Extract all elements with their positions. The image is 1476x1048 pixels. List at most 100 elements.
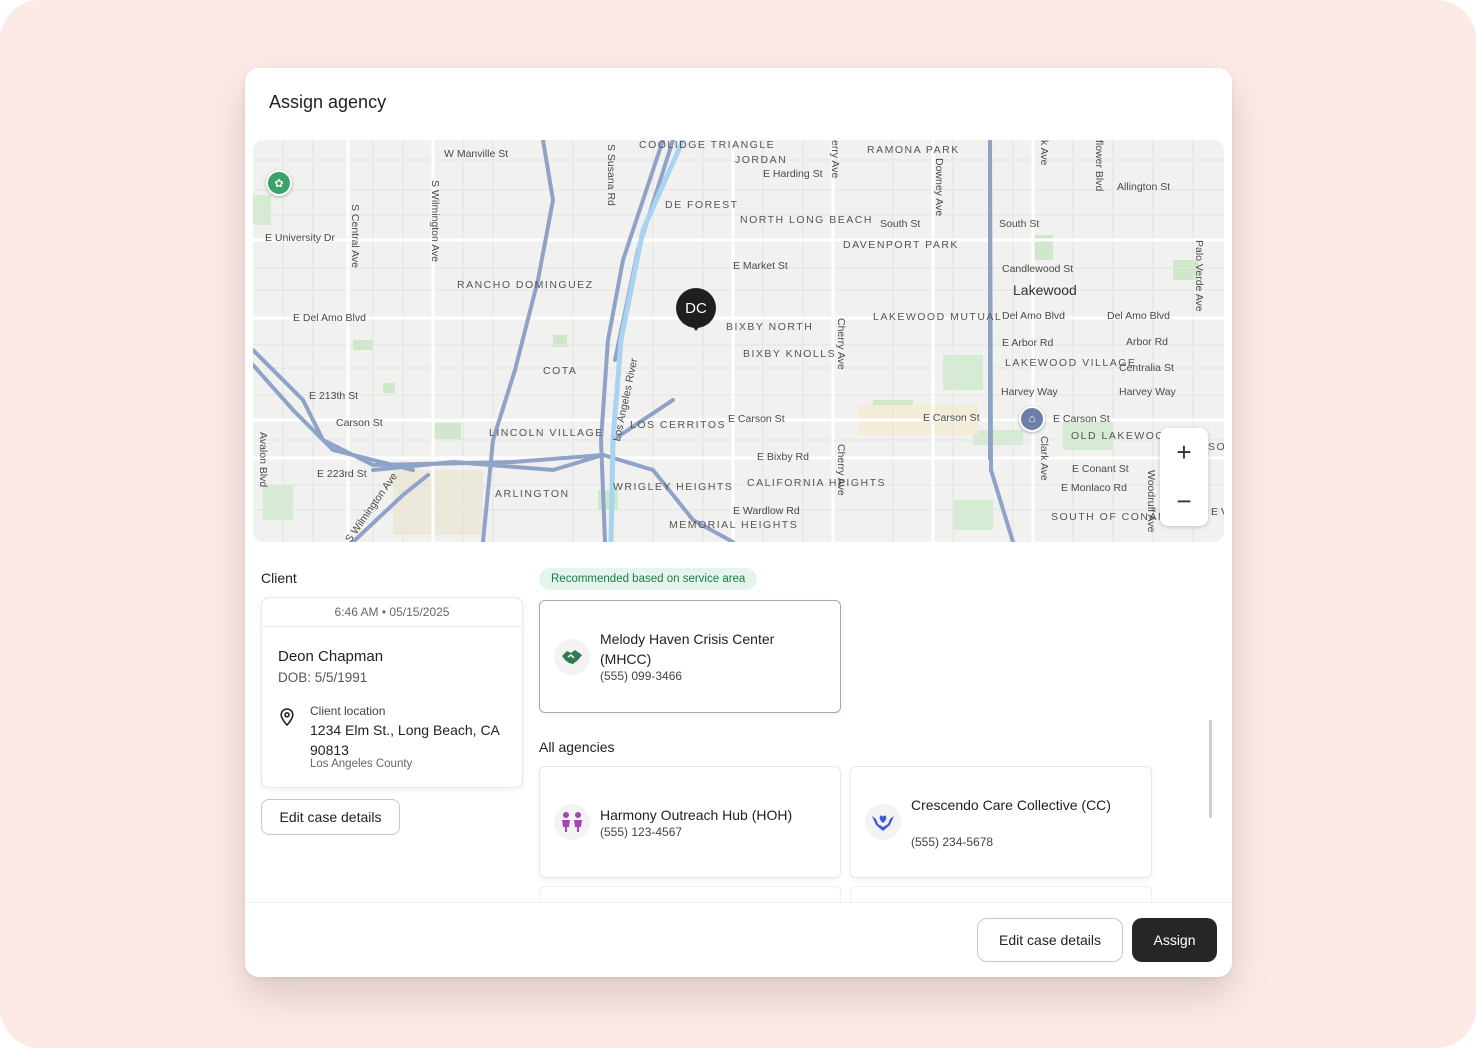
- map[interactable]: W Manville St COOLIDGE TRIANGLE JORDAN E…: [253, 140, 1224, 542]
- map-label: Cherry Ave: [835, 444, 847, 496]
- map-label: Allington St: [1117, 181, 1171, 193]
- map-label: WRIGLEY HEIGHTS: [613, 481, 734, 493]
- map-label: S Susana Rd: [605, 144, 617, 206]
- agency-name: Crescendo Care Collective (CC): [911, 797, 1111, 813]
- map-label: Centralia St: [1119, 362, 1174, 374]
- map-label: BIXBY NORTH: [726, 321, 814, 333]
- map-label: E Harding St: [763, 168, 823, 180]
- map-label: E 223rd St: [317, 468, 367, 480]
- map-label: Del Amo Blvd: [1002, 310, 1066, 322]
- agency-phone: (555) 099-3466: [600, 669, 683, 683]
- map-label: E Conant St: [1072, 463, 1129, 475]
- map-label: Clark Ave: [1038, 436, 1050, 481]
- map-label: Downey Ave: [933, 158, 945, 217]
- map-label: k Ave: [1038, 140, 1050, 166]
- map-label: SOUTH OF CONANT: [1051, 511, 1175, 523]
- map-label: Woodruff Ave: [1145, 470, 1157, 533]
- map-label: South St: [880, 218, 921, 230]
- location-pin-icon: [280, 708, 294, 726]
- map-label: flower Blvd: [1093, 140, 1105, 192]
- zoom-out-button[interactable]: −: [1160, 477, 1208, 526]
- agency-phone: (555) 123-4567: [600, 825, 683, 839]
- recommended-badge: Recommended based on service area: [539, 568, 758, 590]
- map-label: BIXBY KNOLLS: [743, 348, 837, 360]
- agency-card-mhcc[interactable]: Melody Haven Crisis Center (MHCC) (555) …: [539, 600, 841, 713]
- client-location-marker[interactable]: DC: [676, 288, 716, 331]
- client-name: Deon Chapman: [278, 648, 384, 665]
- agency-card-hoh[interactable]: Harmony Outreach Hub (HOH) (555) 123-456…: [539, 766, 841, 878]
- map-label: LINCOLN VILLAGE: [489, 427, 604, 439]
- map-label: E Arbor Rd: [1002, 337, 1054, 349]
- map-label: RANCHO DOMINGUEZ: [457, 279, 594, 291]
- map-label: E Carson St: [923, 412, 980, 424]
- modal-footer: Edit case details Assign: [245, 902, 1232, 977]
- client-location-label: Client location: [310, 704, 386, 718]
- map-label: ARLINGTON: [495, 488, 570, 500]
- client-section-label: Client: [261, 570, 297, 586]
- people-icon: [554, 804, 590, 840]
- map-label: NORTH LONG BEACH: [740, 214, 873, 226]
- map-label: SO: [1208, 441, 1224, 453]
- modal-title: Assign agency: [269, 92, 387, 112]
- map-label: Harvey Way: [1001, 386, 1058, 398]
- school-poi-icon[interactable]: ⌂: [1019, 406, 1045, 432]
- map-label: E Monlaco Rd: [1061, 482, 1127, 494]
- map-label: MEMORIAL HEIGHTS: [669, 519, 799, 531]
- map-label: COOLIDGE TRIANGLE: [639, 140, 776, 151]
- map-label: South St: [999, 218, 1040, 230]
- map-label: erry Ave: [829, 140, 841, 179]
- edit-case-details-button[interactable]: Edit case details: [261, 799, 400, 835]
- map-label: COTA: [543, 365, 578, 377]
- map-label: DE FOREST: [665, 199, 739, 211]
- map-label: LAKEWOOD MUTUAL: [873, 311, 1003, 323]
- map-label: E Carson St: [728, 413, 785, 425]
- map-label: Lakewood: [1013, 282, 1077, 298]
- footer-edit-case-details-button[interactable]: Edit case details: [977, 918, 1123, 962]
- agency-list-scrollbar[interactable]: [1209, 720, 1212, 818]
- map-label: Harvey Way: [1119, 386, 1176, 398]
- map-label: Del Amo Blvd: [1107, 310, 1171, 322]
- page-background: Assign agency W Manville St COOLIDGE TRI…: [0, 0, 1476, 1048]
- all-agencies-label: All agencies: [539, 739, 615, 755]
- map-label: LAKEWOOD VILLAGE: [1005, 357, 1137, 369]
- map-label: Palo Verde Ave: [1193, 240, 1205, 312]
- agency-name: Harmony Outreach Hub (HOH): [600, 807, 793, 823]
- assign-button[interactable]: Assign: [1132, 918, 1217, 962]
- map-label: LOS CERRITOS: [630, 419, 726, 431]
- agency-name: Melody Haven Crisis Center (MHCC): [600, 631, 775, 667]
- map-label: S Central Ave: [349, 204, 361, 269]
- client-timestamp: 6:46 AM • 05/15/2025: [262, 598, 522, 627]
- client-address: 1234 Elm St., Long Beach, CA 90813: [310, 722, 500, 758]
- map-label: Cherry Ave: [835, 318, 847, 370]
- zoom-controls: + −: [1160, 428, 1208, 526]
- map-label: JORDAN: [735, 154, 788, 166]
- map-label: E Carson St: [1053, 413, 1110, 425]
- hands-heart-icon: [865, 804, 901, 840]
- map-label: S Wilmington Ave: [429, 180, 441, 263]
- client-dob: DOB: 5/5/1991: [278, 670, 368, 685]
- map-label: E Wardlow Rd: [733, 505, 800, 517]
- map-label: E 213th St: [309, 390, 359, 402]
- agency-card-cc[interactable]: Crescendo Care Collective (CC) (555) 234…: [850, 766, 1152, 878]
- map-label: Candlewood St: [1002, 263, 1074, 275]
- map-label: E Bixby Rd: [757, 451, 809, 463]
- map-label: Arbor Rd: [1126, 336, 1169, 348]
- map-label: RAMONA PARK: [867, 144, 960, 156]
- map-label: CALIFORNIA HEIGHTS: [747, 477, 887, 489]
- assign-agency-modal: Assign agency W Manville St COOLIDGE TRI…: [245, 68, 1232, 977]
- handshake-icon: [554, 639, 590, 675]
- client-county: Los Angeles County: [310, 758, 413, 770]
- map-label: Avalon Blvd: [257, 432, 269, 488]
- agency-phone: (555) 234-5678: [911, 835, 994, 849]
- map-label: Carson St: [336, 417, 383, 429]
- client-card: 6:46 AM • 05/15/2025 Deon Chapman DOB: 5…: [261, 597, 523, 788]
- map-label: DAVENPORT PARK: [843, 239, 959, 251]
- zoom-in-button[interactable]: +: [1160, 428, 1208, 477]
- map-label: E Del Amo Blvd: [293, 312, 366, 324]
- map-label: E V: [1211, 506, 1224, 518]
- map-label: OLD LAKEWOOD CITY: [1071, 430, 1209, 442]
- map-label: W Manville St: [444, 148, 509, 160]
- map-label: E University Dr: [265, 232, 336, 244]
- map-label: E Market St: [733, 260, 788, 272]
- park-poi-icon[interactable]: ✿: [266, 170, 292, 196]
